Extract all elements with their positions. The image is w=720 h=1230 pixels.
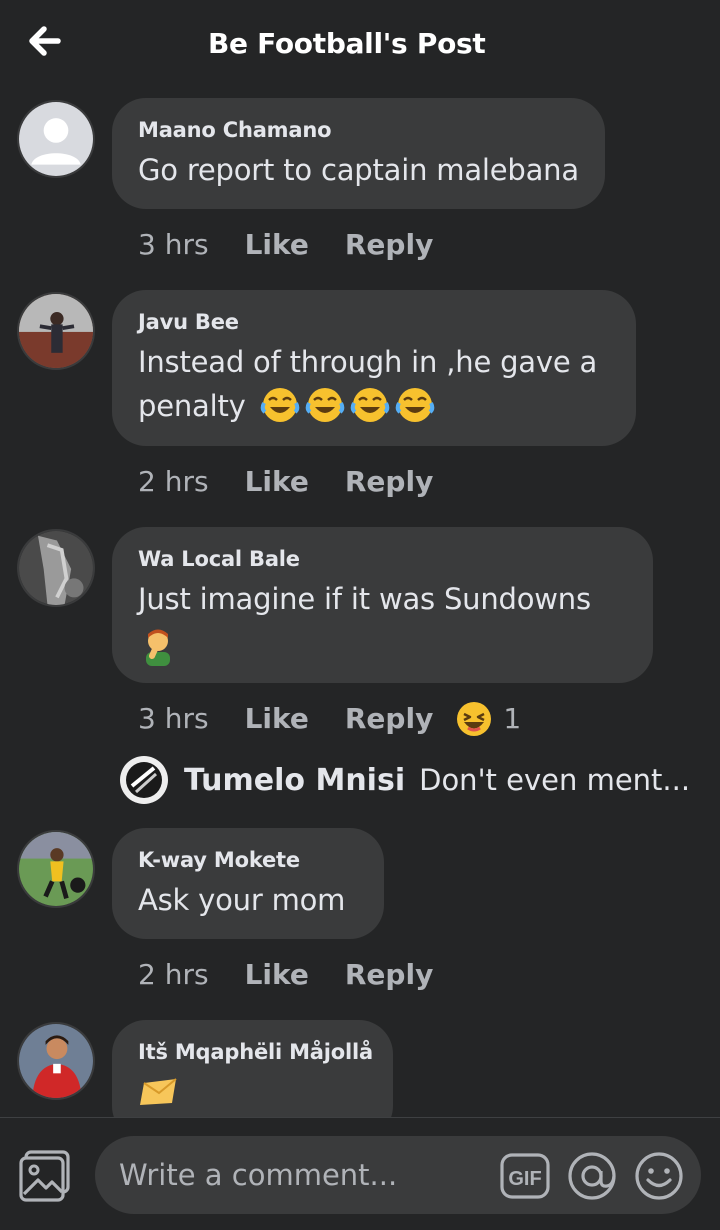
mention-button[interactable]: [565, 1149, 619, 1203]
comment-author: Itš Mqaphëli Måjollå: [138, 1040, 373, 1064]
user-photo-icon: [120, 756, 168, 804]
gif-icon: GIF: [500, 1153, 550, 1199]
emoji-button[interactable]: [632, 1149, 686, 1203]
reply-preview[interactable]: Tumelo Mnisi Don't even ment...: [120, 756, 690, 806]
comment-text: Just imagine if it was Sundowns: [138, 577, 627, 666]
page-title: Be Football's Post: [208, 27, 486, 60]
face-with-tears-of-joy-icon: [350, 388, 389, 422]
avatar[interactable]: [17, 100, 95, 178]
like-button[interactable]: Like: [245, 701, 309, 737]
comment-text: Go report to captain malebana: [138, 153, 579, 187]
at-mention-icon: [568, 1152, 616, 1200]
reply-button[interactable]: Reply: [345, 957, 433, 993]
gif-label: GIF: [508, 1168, 541, 1190]
user-photo-icon: [19, 832, 93, 906]
face-with-tears-of-joy-icon: [305, 388, 344, 422]
comment-actions: 3 hrs Like Reply 1: [138, 700, 521, 738]
arrow-left-icon: [29, 26, 61, 56]
gif-button[interactable]: GIF: [498, 1149, 552, 1203]
reply-avatar: [120, 756, 168, 804]
like-button[interactable]: Like: [245, 464, 309, 500]
comment-author: Wa Local Bale: [138, 547, 300, 571]
like-button[interactable]: Like: [245, 227, 309, 263]
reply-button[interactable]: Reply: [345, 227, 433, 263]
envelope-icon: [140, 1078, 177, 1105]
comment-author: K-way Mokete: [138, 848, 300, 872]
man-facepalming-icon: [146, 629, 170, 666]
avatar[interactable]: [17, 292, 95, 370]
photo-button[interactable]: [18, 1148, 74, 1204]
comment-actions: 2 hrs Like Reply: [138, 956, 433, 993]
avatar[interactable]: [17, 529, 95, 607]
comment-text: [138, 1070, 367, 1114]
comment-time: 2 hrs: [138, 958, 209, 991]
avatar[interactable]: [17, 830, 95, 908]
comment-input-container: GIF: [95, 1136, 701, 1214]
avatar[interactable]: [17, 1022, 95, 1100]
face-with-tears-of-joy-icon: [395, 388, 434, 422]
reply-button[interactable]: Reply: [345, 701, 433, 737]
comment-bubble[interactable]: Javu Bee Instead of through in ,he gave …: [112, 290, 636, 446]
comment-time: 2 hrs: [138, 465, 209, 498]
face-with-tears-of-joy-icon: [260, 388, 299, 422]
reply-text: Don't even ment...: [419, 763, 691, 797]
user-photo-icon: [19, 531, 93, 605]
comment-author[interactable]: Maano Chamano: [138, 116, 579, 144]
comment-actions: 3 hrs Like Reply: [138, 226, 433, 263]
header: Be Football's Post: [0, 0, 720, 90]
photo-gallery-icon: [19, 1150, 70, 1202]
like-button[interactable]: Like: [245, 957, 309, 993]
user-photo-icon: [19, 1024, 93, 1098]
comment-bubble[interactable]: Wa Local Bale Just imagine if it was Sun…: [112, 527, 653, 683]
comment-author: Javu Bee: [138, 310, 239, 334]
reaction-summary[interactable]: 1: [455, 700, 521, 738]
comment-bubble[interactable]: K-way Mokete Ask your mom: [112, 828, 384, 939]
haha-reaction-icon: [457, 702, 492, 736]
comment-input[interactable]: [117, 1136, 487, 1214]
reply-button[interactable]: Reply: [345, 464, 433, 500]
comment-text: Instead of through in ,he gave a penalty: [138, 340, 610, 428]
default-avatar-icon: [19, 102, 93, 176]
comment-composer: GIF: [0, 1117, 720, 1230]
smiley-icon: [635, 1152, 683, 1200]
user-photo-icon: [19, 294, 93, 368]
reply-author: Tumelo Mnisi: [184, 762, 406, 798]
comment-time: 3 hrs: [138, 228, 209, 261]
reaction-count: 1: [503, 702, 522, 735]
back-button[interactable]: [22, 20, 72, 62]
comment-actions: 2 hrs Like Reply: [138, 463, 433, 500]
comment-text: Ask your mom: [138, 883, 346, 917]
comment-bubble[interactable]: Maano Chamano Go report to captain maleb…: [112, 98, 605, 209]
comment-time: 3 hrs: [138, 702, 209, 735]
comment-text-content: Just imagine if it was Sundowns: [138, 582, 591, 616]
